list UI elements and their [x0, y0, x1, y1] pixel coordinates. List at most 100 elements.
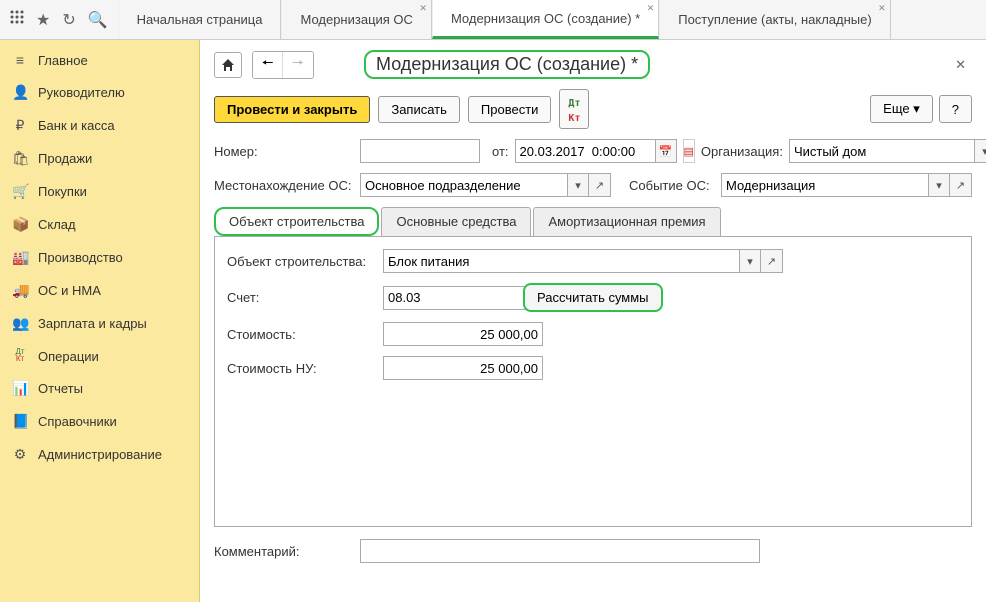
sidebar-icon: 📊 [12, 380, 28, 397]
sidebar-item-7[interactable]: 🚚 ОС и НМА [0, 274, 199, 307]
calculate-button[interactable]: Рассчитать суммы [523, 283, 663, 312]
cost-input[interactable] [383, 322, 543, 346]
close-icon[interactable]: ✕ [949, 53, 972, 77]
tab-content: Объект строительства: ▾ ↗ Счет: ▾ ↗ Расс… [214, 237, 972, 527]
event-input-group: ▾ ↗ [721, 173, 972, 197]
label-account: Счет: [227, 290, 377, 305]
dropdown-icon[interactable]: ▾ [928, 173, 950, 197]
sidebar-label: Продажи [38, 151, 92, 166]
close-icon[interactable]: ✕ [647, 3, 655, 14]
post-button[interactable]: Провести [468, 96, 552, 123]
sidebar-icon: 📦 [12, 216, 28, 233]
inner-tab-1[interactable]: Основные средства [381, 207, 531, 236]
save-button[interactable]: Записать [378, 96, 460, 123]
apps-icon[interactable] [10, 10, 24, 29]
location-input[interactable] [360, 173, 567, 197]
sidebar-icon: 👤 [12, 84, 28, 101]
tab-label: Поступление (акты, накладные) [678, 12, 871, 27]
sidebar-label: Главное [38, 53, 88, 68]
sidebar-label: Администрирование [38, 447, 162, 462]
more-label: Еще [883, 101, 909, 116]
sidebar-label: Операции [38, 349, 99, 364]
org-input[interactable] [789, 139, 974, 163]
sidebar-item-9[interactable]: ДтКт Операции [0, 340, 199, 372]
tab-0[interactable]: Начальная страница [118, 0, 282, 39]
label-event: Событие ОС: [629, 178, 715, 193]
object-input-group: ▾ ↗ [383, 249, 783, 273]
dropdown-icon[interactable]: ▾ [739, 249, 761, 273]
history-icon[interactable]: ↻ [62, 10, 75, 30]
cost-nu-input[interactable] [383, 356, 543, 380]
tab-3[interactable]: Поступление (акты, накладные) ✕ [659, 0, 890, 39]
sidebar-item-3[interactable]: 🛍Продажи [0, 142, 199, 175]
tab-2[interactable]: Модернизация ОС (создание) *✕ [432, 0, 659, 39]
sidebar-icon: 🚚 [12, 282, 28, 299]
event-input[interactable] [721, 173, 928, 197]
label-object: Объект строительства: [227, 254, 377, 269]
label-cost-nu: Стоимость НУ: [227, 361, 377, 376]
toolbar: Провести и закрыть Записать Провести ДтК… [214, 89, 972, 129]
sidebar-icon: ДтКт [12, 348, 28, 364]
sidebar-item-0[interactable]: ≡Главное [0, 44, 199, 76]
layout-icon[interactable]: ▤ [683, 139, 695, 163]
sidebar-item-11[interactable]: 📘Справочники [0, 405, 199, 438]
sidebar-label: Зарплата и кадры [38, 316, 147, 331]
more-button[interactable]: Еще ▾ [870, 95, 933, 123]
comment-input[interactable] [360, 539, 760, 563]
post-and-close-button[interactable]: Провести и закрыть [214, 96, 370, 123]
open-icon[interactable]: ↗ [589, 173, 611, 197]
date-input[interactable] [515, 139, 655, 163]
sidebar-label: Отчеты [38, 381, 83, 396]
number-input[interactable] [360, 139, 480, 163]
open-icon[interactable]: ↗ [761, 249, 783, 273]
inner-tab-2[interactable]: Амортизационная премия [533, 207, 720, 236]
tab-1[interactable]: Модернизация ОС ✕ [281, 0, 431, 39]
search-icon[interactable]: 🔍 [88, 10, 108, 30]
sidebar-item-5[interactable]: 📦Склад [0, 208, 199, 241]
location-input-group: ▾ ↗ [360, 173, 611, 197]
back-button[interactable]: 🠔 [253, 52, 283, 78]
sidebar-label: Банк и касса [38, 118, 115, 133]
dtkt-button[interactable]: ДтКт [559, 89, 589, 129]
dropdown-icon[interactable]: ▾ [567, 173, 589, 197]
label-comment: Комментарий: [214, 544, 354, 559]
sidebar-label: Руководителю [38, 85, 125, 100]
label-location: Местонахождение ОС: [214, 178, 354, 193]
close-icon[interactable]: ✕ [878, 3, 886, 14]
account-input-group: ▾ ↗ [383, 286, 503, 310]
row-number-date-org: Номер: от: 📅 ▤ Организация: ▾ ↗ [214, 139, 972, 163]
close-icon[interactable]: ✕ [419, 3, 427, 14]
forward-button[interactable]: 🠖 [283, 52, 313, 78]
top-bar: ★ ↻ 🔍 Начальная страница Модернизация ОС ✕… [0, 0, 986, 40]
label-org: Организация: [701, 144, 783, 159]
sidebar-item-12[interactable]: ⚙ Администрирование [0, 438, 199, 471]
dropdown-icon[interactable]: ▾ [974, 139, 986, 163]
tabs-container: Начальная страницаМодернизация ОС✕Модерн… [118, 0, 986, 39]
nav-back-forward: 🠔 🠖 [252, 51, 314, 79]
object-input[interactable] [383, 249, 739, 273]
sidebar-icon: ⚙ [12, 446, 28, 463]
label-cost: Стоимость: [227, 327, 377, 342]
main-content: 🠔 🠖 Модернизация ОС (создание) * ✕ Прове… [200, 40, 986, 602]
sidebar-item-2[interactable]: ₽Банк и касса [0, 109, 199, 142]
sidebar-item-10[interactable]: 📊 Отчеты [0, 372, 199, 405]
help-button[interactable]: ? [939, 95, 972, 123]
row-cost: Стоимость: [227, 322, 959, 346]
inner-tab-0[interactable]: Объект строительства [214, 207, 379, 236]
sidebar-label: ОС и НМА [38, 283, 101, 298]
row-object: Объект строительства: ▾ ↗ [227, 249, 959, 273]
home-button[interactable] [214, 52, 242, 78]
sidebar-item-4[interactable]: 🛒Покупки [0, 175, 199, 208]
sidebar-icon: 📘 [12, 413, 28, 430]
calendar-icon[interactable]: 📅 [655, 139, 677, 163]
page-title: Модернизация ОС (создание) * [364, 50, 650, 79]
sidebar-item-1[interactable]: 👤 Руководителю [0, 76, 199, 109]
sidebar-item-6[interactable]: 🏭Производство [0, 241, 199, 274]
row-cost-nu: Стоимость НУ: [227, 356, 959, 380]
sidebar: ≡Главное 👤 Руководителю ₽Банк и касса🛍Прода… [0, 40, 200, 602]
open-icon[interactable]: ↗ [950, 173, 972, 197]
tab-label: Модернизация ОС [300, 12, 412, 27]
sidebar-item-8[interactable]: 👥Зарплата и кадры [0, 307, 199, 340]
star-icon[interactable]: ★ [36, 10, 50, 30]
sidebar-icon: 🛒 [12, 183, 28, 200]
